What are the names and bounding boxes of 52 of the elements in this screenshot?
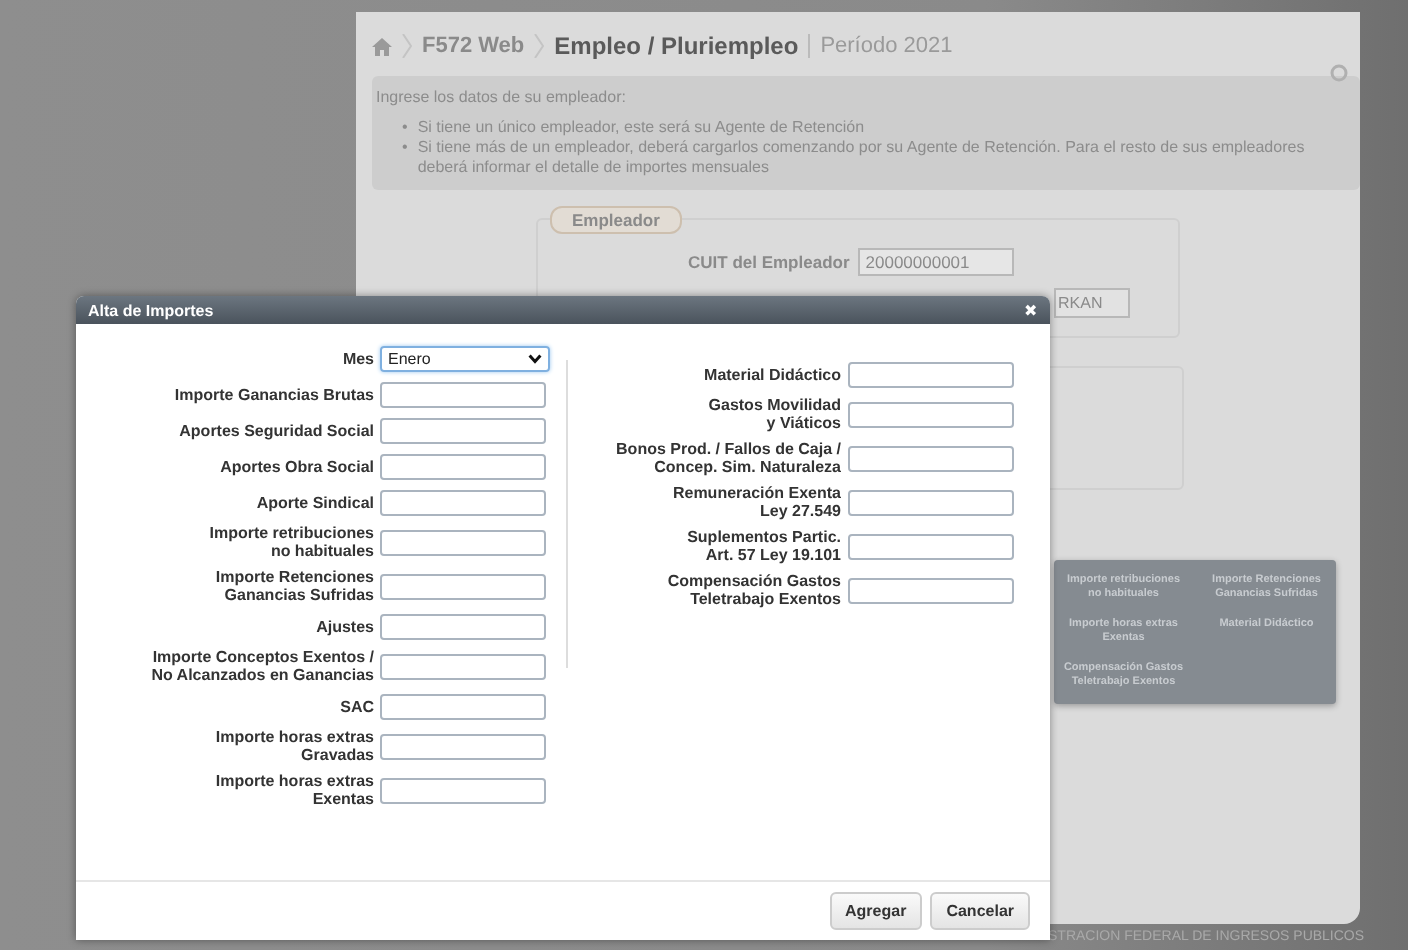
month-dropdown[interactable]: Enero xyxy=(380,345,550,371)
dialog-title: Alta de Importes xyxy=(88,301,214,319)
breadcrumb-item[interactable]: Empleo / Pluriempleo xyxy=(554,32,799,60)
chevron-down-icon xyxy=(528,353,542,363)
panel-legend: Empleador xyxy=(550,206,682,234)
field-label: Ajustes xyxy=(314,617,374,635)
amount-field[interactable] xyxy=(380,417,546,443)
field-label: Remuneración Exenta Ley 27.549 xyxy=(670,484,841,520)
field-label: Material Didáctico xyxy=(702,365,841,383)
amount-field[interactable] xyxy=(380,733,546,759)
amount-field[interactable] xyxy=(847,361,1013,387)
info-bullet: Si tiene un único empleador, este será su Agente de Retención xyxy=(417,118,865,138)
field-label: Gastos Movilidad y Viáticos xyxy=(706,396,841,432)
field-label: Importe retribuciones no habituales xyxy=(207,524,374,560)
amount-field[interactable] xyxy=(380,653,546,679)
period-label: Período 2021 xyxy=(808,34,953,58)
dialog-button[interactable]: Agregar xyxy=(829,892,923,930)
settings-icon[interactable] xyxy=(1330,64,1348,82)
close-button[interactable]: ✖ xyxy=(1024,301,1038,319)
bullet-marker: • xyxy=(402,118,408,138)
amount-field[interactable] xyxy=(847,489,1013,515)
amount-field[interactable] xyxy=(380,381,546,407)
amount-field[interactable] xyxy=(847,401,1013,427)
amount-field[interactable] xyxy=(380,573,546,599)
amount-field[interactable] xyxy=(380,489,546,515)
cuit-label: CUIT del Empleador xyxy=(688,252,850,272)
field-label: SAC xyxy=(338,697,374,715)
dialog-button[interactable]: Cancelar xyxy=(930,892,1030,930)
field-label: Aporte Sindical xyxy=(254,493,374,511)
bullet-marker: • xyxy=(402,138,408,160)
field-label: Suplementos Partic. Art. 57 Ley 19.101 xyxy=(685,528,841,564)
field-label: Compensación Gastos Teletrabajo Exentos xyxy=(665,572,841,608)
field-label: Importe Ganancias Brutas xyxy=(172,385,374,403)
field-label: Bonos Prod. / Fallos de Caja / Concep. Sim. Naturaleza xyxy=(614,440,841,476)
amount-field[interactable] xyxy=(847,445,1013,471)
amount-field[interactable] xyxy=(380,529,546,555)
field-label: Importe Conceptos Exentos / No Alcanzados en Ganancias xyxy=(149,648,374,684)
field-label: Mes xyxy=(340,349,374,367)
amount-field[interactable] xyxy=(847,577,1013,603)
field-label: Aportes Obra Social xyxy=(218,457,374,475)
amount-field[interactable] xyxy=(847,533,1013,559)
field-label: Importe Retenciones Ganancias Sufridas xyxy=(213,568,374,604)
field-label: Importe horas extras Exentas xyxy=(213,772,374,808)
field-label: Importe horas extras Gravadas xyxy=(213,728,374,764)
info-bullet: Si tiene más de un empleador, deberá cargarlos comenzando por su Agente de Retención. Para el resto de sus empleadores deberá informar el detalle de importes mensuales xyxy=(417,138,1307,178)
amount-field[interactable] xyxy=(380,453,546,479)
amount-field[interactable] xyxy=(380,693,546,719)
amount-field[interactable] xyxy=(380,613,546,639)
info-text: Ingrese los datos de su empleador: xyxy=(376,88,628,106)
amount-field[interactable] xyxy=(380,777,546,803)
home-icon[interactable] xyxy=(372,37,392,55)
field-label: Aportes Seguridad Social xyxy=(177,421,374,439)
